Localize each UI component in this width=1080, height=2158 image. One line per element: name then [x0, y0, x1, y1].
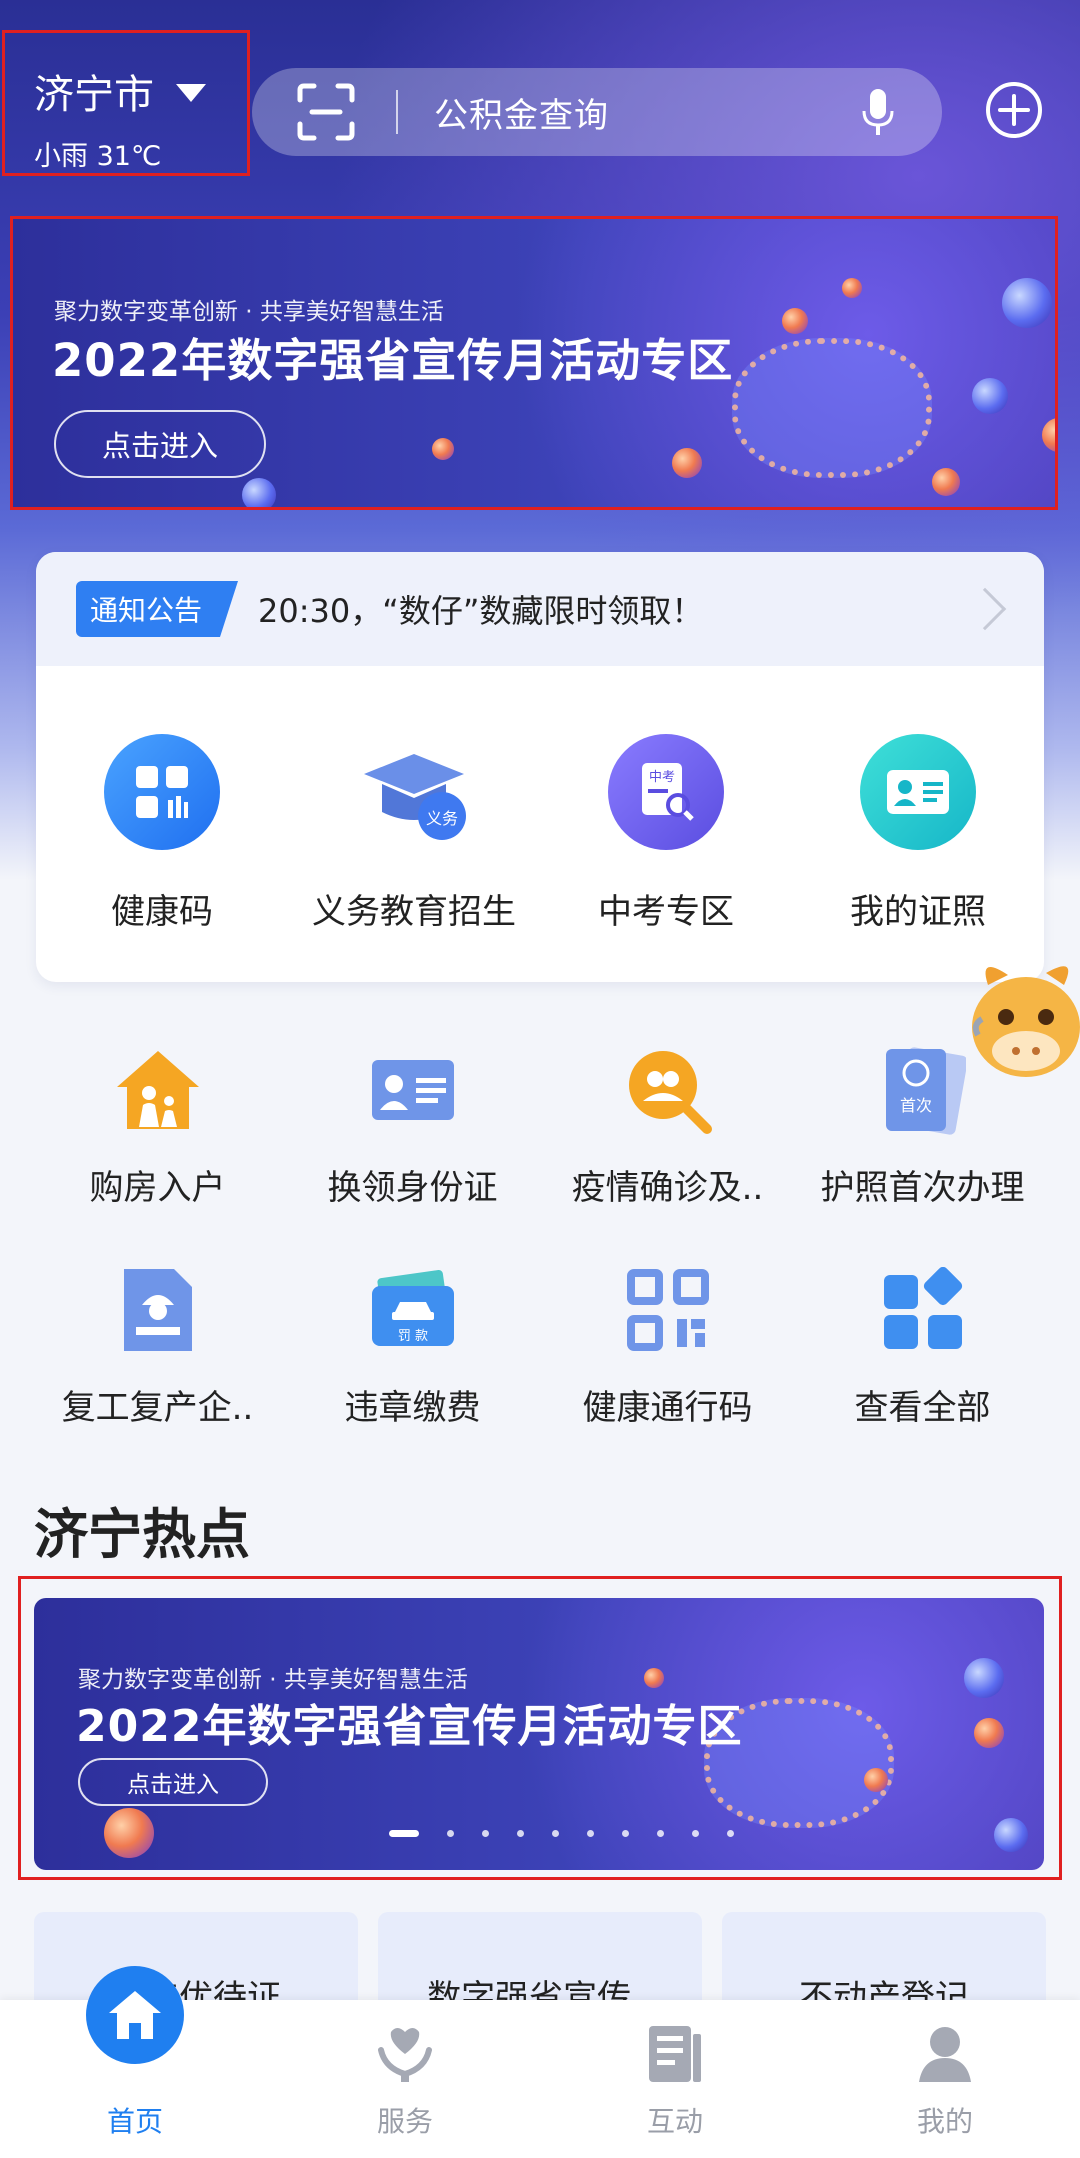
- id-card-icon: [365, 1042, 461, 1138]
- service-label: 护照首次办理: [820, 1168, 1025, 1208]
- document-icon: [645, 2024, 705, 2084]
- service-item-traffic-fine[interactable]: 罚 款 违章缴费: [285, 1250, 540, 1470]
- service-item-epidemic[interactable]: 疫情确诊及..: [540, 1030, 795, 1250]
- home-icon: [86, 1966, 184, 2064]
- tab-label: 首页: [106, 2105, 163, 2138]
- search-divider: [396, 90, 398, 134]
- icon-text-passport: 首次: [899, 1096, 931, 1115]
- service-item-passport[interactable]: 首次 护照首次办理: [795, 1030, 1050, 1250]
- passport-icon: 首次: [875, 1042, 971, 1138]
- quick-item-exam[interactable]: 中考 中考专区: [540, 734, 792, 933]
- id-card-icon: [860, 734, 976, 850]
- all-apps-icon: [875, 1262, 971, 1358]
- service-label: 违章缴费: [344, 1388, 481, 1428]
- car-fine-icon: 罚 款: [365, 1262, 461, 1358]
- quick-label: 义务教育招生: [312, 892, 516, 932]
- epidemic-search-icon: [620, 1042, 716, 1138]
- notice-bar[interactable]: 通知公告 20:30，“数仔”数藏限时领取！: [36, 552, 1044, 666]
- chevron-right-icon[interactable]: [963, 587, 1007, 631]
- tab-interaction[interactable]: 互动: [540, 2000, 810, 2158]
- tab-label: 服务: [376, 2105, 433, 2138]
- tab-label: 我的: [916, 2105, 973, 2138]
- services-grid: 购房入户 换领身份证 疫情确诊及.. 首次 护照首次办理 复工复产企.. 罚 款…: [30, 1030, 1050, 1470]
- health-code-icon: [104, 734, 220, 850]
- graduation-cap-icon: 义务: [356, 734, 472, 850]
- quick-services-card: 通知公告 20:30，“数仔”数藏限时领取！ 健康码 义务 义务教育招生 中考 …: [36, 552, 1044, 982]
- highlight-box-city: [2, 30, 250, 176]
- quick-item-enrollment[interactable]: 义务 义务教育招生: [288, 734, 540, 933]
- quick-label: 中考专区: [598, 892, 734, 932]
- quick-label: 我的证照: [850, 892, 986, 932]
- tab-label: 互动: [646, 2105, 703, 2138]
- service-label: 查看全部: [854, 1388, 991, 1428]
- quick-item-health-code[interactable]: 健康码: [36, 734, 288, 933]
- icon-text-yiwu: 义务: [426, 809, 458, 828]
- search-input[interactable]: 公积金查询: [434, 88, 858, 137]
- exam-search-icon: 中考: [608, 734, 724, 850]
- user-icon: [915, 2024, 975, 2084]
- highlight-box-banner-bottom: [18, 1576, 1062, 1880]
- add-circle-icon[interactable]: [984, 80, 1044, 140]
- service-label: 换领身份证: [327, 1168, 498, 1208]
- service-label: 疫情确诊及..: [571, 1168, 764, 1208]
- microphone-icon[interactable]: [858, 87, 898, 137]
- service-item-view-all[interactable]: 查看全部: [795, 1250, 1050, 1470]
- icon-text-exam: 中考: [649, 770, 675, 785]
- bottom-tab-bar: 首页 服务 互动 我的: [0, 1966, 1080, 2158]
- service-label: 健康通行码: [582, 1388, 753, 1428]
- house-family-icon: [110, 1042, 206, 1138]
- tab-services[interactable]: 服务: [270, 2000, 540, 2158]
- scan-icon[interactable]: [296, 82, 356, 142]
- tab-home[interactable]: 首页: [0, 1966, 270, 2158]
- notice-text[interactable]: 20:30，“数仔”数藏限时领取！: [258, 586, 970, 632]
- heart-hand-icon: [375, 2024, 435, 2084]
- tab-profile[interactable]: 我的: [810, 2000, 1080, 2158]
- service-item-id-card[interactable]: 换领身份证: [285, 1030, 540, 1250]
- service-item-housing[interactable]: 购房入户: [30, 1030, 285, 1250]
- qr-code-icon: [620, 1262, 716, 1358]
- service-label: 复工复产企..: [61, 1388, 254, 1428]
- quick-label: 健康码: [111, 892, 213, 932]
- notice-tag: 通知公告: [76, 581, 239, 637]
- service-item-resume-work[interactable]: 复工复产企..: [30, 1250, 285, 1470]
- quick-item-licenses[interactable]: 我的证照: [792, 734, 1044, 933]
- service-label: 购房入户: [89, 1168, 226, 1208]
- service-item-health-pass[interactable]: 健康通行码: [540, 1250, 795, 1470]
- hot-section-title: 济宁热点: [34, 1503, 250, 1566]
- worker-document-icon: [110, 1262, 206, 1358]
- icon-text-fine: 罚 款: [397, 1329, 427, 1344]
- highlight-box-banner-top: [10, 216, 1058, 510]
- search-bar[interactable]: 公积金查询: [252, 68, 942, 156]
